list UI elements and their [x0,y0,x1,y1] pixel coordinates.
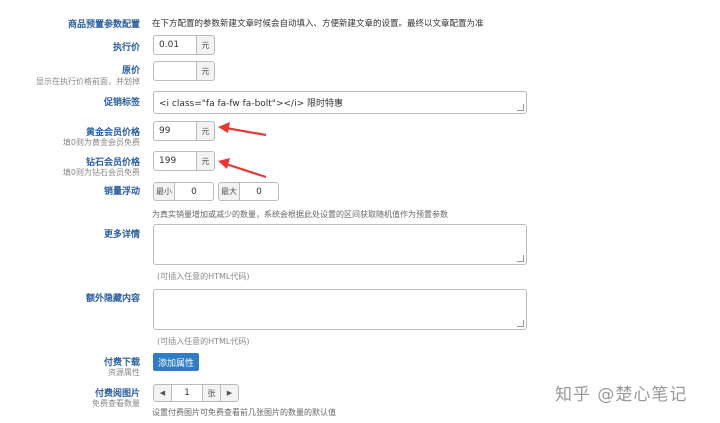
original-price-unit: 元 [196,61,215,81]
paid-images-sublabel: 免费查看数量 [92,399,140,408]
add-attribute-button[interactable]: 添加属性 [153,353,199,371]
diamond-price-sublabel: 填0则为钻石会员免费 [62,168,140,177]
sales-min-label: 最小 [153,182,175,201]
sales-max-label: 最大 [218,182,240,201]
paid-download-sublabel: 资源属性 [108,368,140,377]
sales-max-input[interactable]: 0 [239,182,279,201]
gold-price-sublabel: 填0则为黄金会员免费 [62,138,140,147]
more-details-textarea[interactable] [153,224,527,265]
promo-tag-value: <i class="fa fa-fw fa-bolt"></i> 限时特惠 [159,99,343,109]
paid-images-decrement-button[interactable]: ◀ [153,384,172,402]
exec-price-input[interactable]: 0.01 [153,35,197,55]
more-details-help: (可插入任意的HTML代码) [157,272,250,281]
diamond-price-input[interactable]: 199 [153,151,197,171]
extra-hidden-textarea[interactable] [153,289,527,330]
gold-price-input[interactable]: 99 [153,121,197,141]
gold-price-unit: 元 [196,121,215,141]
exec-price-unit: 元 [196,35,215,55]
extra-hidden-help: (可插入任意的HTML代码) [157,337,250,346]
red-arrow-icon [218,158,267,179]
more-details-label: 更多详情 [103,230,140,240]
resize-handle[interactable] [517,104,524,111]
resize-handle[interactable] [517,255,524,262]
sales-min-input[interactable]: 0 [174,182,214,201]
sales-float-label: 销量浮动 [103,187,140,197]
red-arrow-icon [218,122,267,137]
original-price-input[interactable] [153,61,197,81]
paid-images-increment-button[interactable]: ▶ [220,384,239,402]
diamond-price-unit: 元 [196,151,215,171]
section-description: 在下方配置的参数新建文章时候会自动填入、方便新建文章的设置。最终以文章配置为准 [152,19,484,29]
paid-images-help: 设置付费图片可免费查看前几张图片的数量的默认值 [152,408,336,417]
paid-images-unit: 张 [202,384,221,402]
extra-hidden-label: 额外隐藏内容 [85,294,140,304]
resize-handle[interactable] [517,320,524,327]
exec-price-label: 执行价 [112,43,140,53]
promo-tag-label: 促销标签 [103,98,140,108]
section-title: 商品预置参数配置 [67,20,140,30]
original-price-label: 原价 [121,66,140,76]
watermark: 知乎 @楚心笔记 [555,385,688,405]
promo-tag-textarea[interactable]: <i class="fa fa-fw fa-bolt"></i> 限时特惠 [153,91,527,114]
paid-images-input[interactable]: 1 [171,384,203,402]
original-price-sublabel: 显示在执行价格前面，并划掉 [36,77,140,86]
sales-float-help: 为真实销量增加或减少的数量，系统会根据此处设置的区间获取随机值作为预置参数 [152,210,448,219]
